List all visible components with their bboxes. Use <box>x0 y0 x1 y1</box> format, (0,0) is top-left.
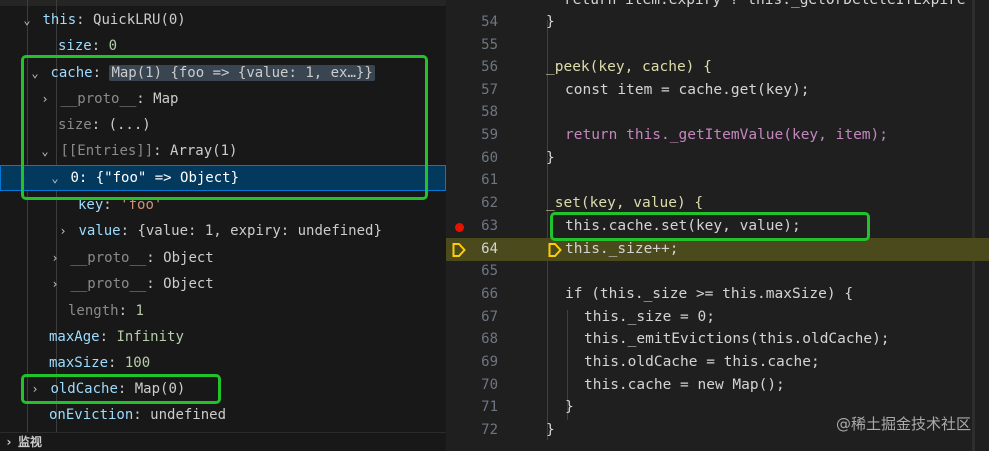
chevron-right-icon[interactable]: › <box>48 245 62 271</box>
code-line[interactable]: 58 <box>446 101 989 124</box>
variable-value: undefined <box>150 407 227 423</box>
variable-row-length[interactable]: length: 1 <box>0 298 446 324</box>
line-number: 63 <box>481 218 498 234</box>
line-number: 72 <box>481 422 498 438</box>
variable-value: 100 <box>124 355 151 371</box>
line-number: 60 <box>481 150 498 166</box>
line-number: 62 <box>481 195 498 211</box>
variable-name: this <box>42 12 77 28</box>
code-editor[interactable]: return item.expiry ? this._getOrDeleteIf… <box>446 0 989 451</box>
variable-value: 1 <box>135 303 144 319</box>
line-number: 71 <box>481 399 498 415</box>
line-number: 54 <box>481 14 498 30</box>
variable-name: __proto__ <box>70 276 147 292</box>
code-text: return this._getItemValue(key, item); <box>565 127 889 143</box>
code-text: _peek(key, cache) { <box>546 59 712 75</box>
line-number: 61 <box>481 172 498 188</box>
variable-row-proto[interactable]: › __proto__: Object <box>0 245 446 271</box>
code-line[interactable]: 69 this.oldCache = this.cache; <box>446 351 989 374</box>
variables-panel: ⌄ this: QuickLRU(0) size: 0 ⌄ cache: Map… <box>0 0 446 451</box>
variable-name: onEviction <box>49 407 134 423</box>
annotation-box-cache-set <box>550 212 870 241</box>
code-line[interactable]: 66 if (this._size >= this.maxSize) { <box>446 283 989 306</box>
variable-value: Infinity <box>116 329 184 345</box>
chevron-right-icon[interactable]: › <box>48 271 62 297</box>
line-number: 68 <box>481 331 498 347</box>
code-line[interactable]: 54 } <box>446 11 989 34</box>
code-line-current[interactable]: 64 this._size++; <box>446 238 989 261</box>
line-number: 66 <box>481 286 498 302</box>
code-line[interactable]: 59 return this._getItemValue(key, item); <box>446 124 989 147</box>
code-line[interactable]: 70 this.cache = new Map(); <box>446 374 989 397</box>
variable-name: maxAge <box>49 329 100 345</box>
chevron-down-icon[interactable]: ⌄ <box>20 7 34 33</box>
code-line[interactable]: 56 _peek(key, cache) { <box>446 56 989 79</box>
line-number: 57 <box>481 82 498 98</box>
variable-row-this[interactable]: ⌄ this: QuickLRU(0) <box>0 7 446 33</box>
section-header-strip <box>0 0 446 6</box>
line-number: 65 <box>481 263 498 279</box>
line-number: 55 <box>481 37 498 53</box>
annotation-box-oldcache <box>21 374 221 404</box>
variable-name: length <box>68 303 119 319</box>
variable-name: value <box>78 223 121 239</box>
variable-row-maxage[interactable]: maxAge: Infinity <box>0 324 446 350</box>
line-number: 70 <box>481 377 498 393</box>
line-number: 64 <box>481 241 498 257</box>
code-text: const item = cache.get(key); <box>565 82 810 98</box>
line-number: 58 <box>481 104 498 120</box>
chevron-right-icon[interactable]: › <box>56 218 70 244</box>
code-text: this._size++; <box>565 241 679 257</box>
variable-name: __proto__ <box>70 250 147 266</box>
watch-section-header[interactable]: › 监视 <box>0 432 446 451</box>
code-line[interactable]: 61 <box>446 169 989 192</box>
chevron-right-icon[interactable]: › <box>0 433 18 451</box>
code-line[interactable]: 67 this._size = 0; <box>446 306 989 329</box>
code-line[interactable]: 55 <box>446 34 989 57</box>
watermark: @稀土掘金技术社区 <box>835 415 971 433</box>
code-line[interactable]: 57 const item = cache.get(key); <box>446 79 989 102</box>
variable-name: size <box>58 38 92 54</box>
code-text: this._size = 0; <box>584 309 715 325</box>
variable-name: maxSize <box>49 355 109 371</box>
variable-row-oneviction[interactable]: onEviction: undefined <box>0 402 446 428</box>
code-line[interactable]: 60 } <box>446 147 989 170</box>
code-text: } <box>546 14 555 30</box>
line-number: 69 <box>481 354 498 370</box>
code-text: this.oldCache = this.cache; <box>584 354 820 370</box>
variable-value: Object <box>163 250 214 266</box>
variable-value: 0 <box>108 38 118 54</box>
code-line[interactable]: 68 this._emitEvictions(this.oldCache); <box>446 328 989 351</box>
inline-pointer-icon <box>548 243 562 257</box>
variable-row-value[interactable]: › value: {value: 1, expiry: undefined} <box>0 218 446 244</box>
code-text: this._emitEvictions(this.oldCache); <box>584 331 890 347</box>
code-line[interactable]: 65 <box>446 260 989 283</box>
line-number: 67 <box>481 309 498 325</box>
variable-row-proto[interactable]: › __proto__: Object <box>0 271 446 297</box>
variable-value: QuickLRU(0) <box>93 12 186 28</box>
code-text: } <box>546 422 555 438</box>
code-text: } <box>565 399 574 415</box>
variable-value: Object <box>163 276 214 292</box>
annotation-box-cache <box>21 55 428 200</box>
variable-value: {value: 1, expiry: undefined} <box>137 223 382 239</box>
code-text: this.cache = new Map(); <box>584 377 785 393</box>
code-text: } <box>546 150 555 166</box>
variable-row-maxsize[interactable]: maxSize: 100 <box>0 350 446 376</box>
line-number: 59 <box>481 127 498 143</box>
watch-section-title: 监视 <box>18 435 43 449</box>
code-text: if (this._size >= this.maxSize) { <box>565 286 854 302</box>
line-number: 56 <box>481 59 498 75</box>
